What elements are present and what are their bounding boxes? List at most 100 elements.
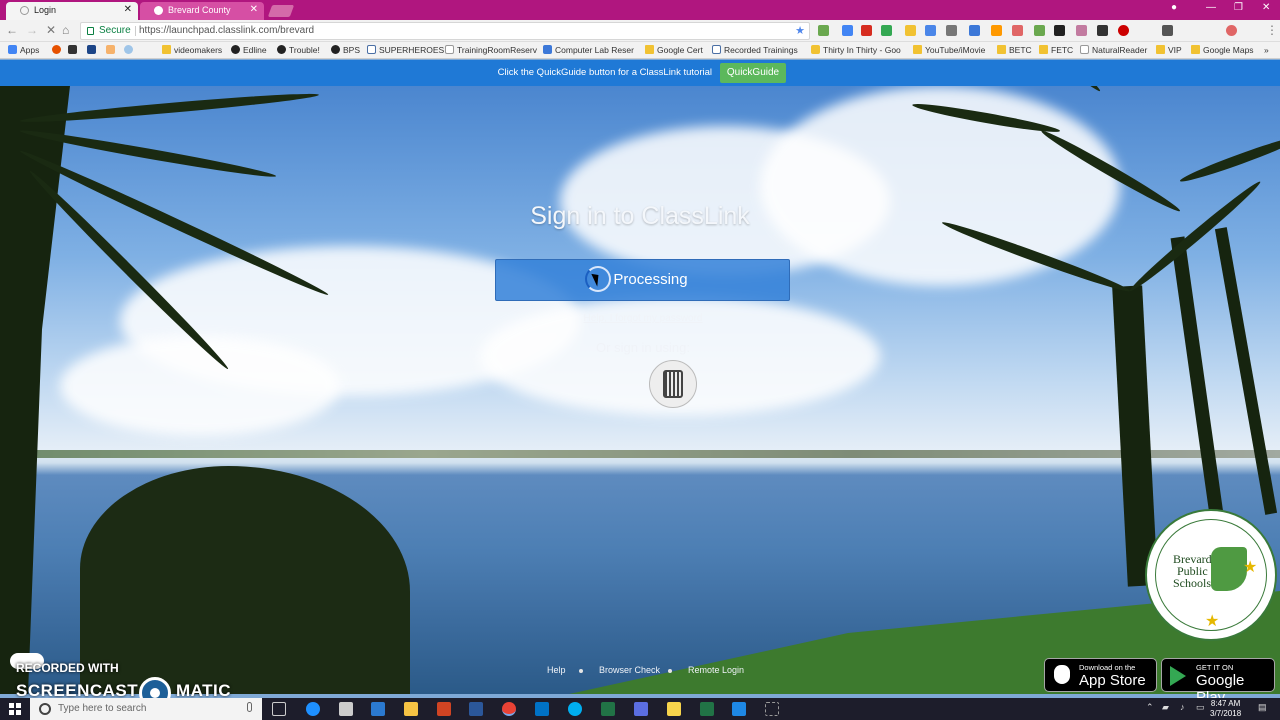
word-icon[interactable] — [469, 702, 483, 716]
bookmark-superheroes[interactable]: SUPERHEROES — [367, 45, 444, 55]
menu-icon[interactable]: ⋮ — [1266, 23, 1278, 37]
taskbar-search-box[interactable]: Type here to search — [30, 698, 262, 720]
profile-icon[interactable]: ● — [1171, 2, 1177, 13]
app-icon[interactable] — [765, 702, 779, 716]
sign-in-button[interactable]: Processing — [495, 259, 790, 301]
extension-icon[interactable] — [881, 25, 892, 36]
folder-icon — [913, 45, 922, 54]
folder-icon — [1191, 45, 1200, 54]
close-tab-icon[interactable]: ✕ — [250, 2, 258, 18]
extension-icon[interactable] — [1226, 25, 1237, 36]
bookmark-videomakers[interactable]: videomakers — [162, 45, 222, 55]
app-icon[interactable] — [339, 702, 353, 716]
taskbar-clock[interactable]: 8:47 AM 3/7/2018 — [1210, 699, 1241, 719]
more-bookmarks-icon[interactable]: » — [1264, 45, 1269, 55]
bookmark-star-icon[interactable]: ★ — [795, 23, 805, 39]
extension-icon[interactable] — [861, 25, 872, 36]
google-play-button[interactable]: GET IT ON Google Play — [1161, 658, 1275, 706]
excel-icon[interactable] — [700, 702, 714, 716]
separator-dot — [579, 669, 583, 673]
extension-icon[interactable] — [969, 25, 980, 36]
star-icon: ★ — [1243, 559, 1258, 576]
bookmarks-bar: Apps videomakers Edline Trouble! BPS SUP… — [0, 42, 1280, 59]
back-icon[interactable]: ← — [6, 23, 18, 37]
tab-login[interactable]: Login ✕ — [6, 2, 138, 20]
extension-icon[interactable] — [1054, 25, 1065, 36]
app-store-button[interactable]: Download on the App Store — [1044, 658, 1157, 692]
quickguide-button[interactable]: QuickGuide — [720, 63, 786, 83]
extension-icon[interactable] — [818, 25, 829, 36]
bookmark-youtube[interactable]: YouTube/iMovie — [913, 45, 985, 55]
qr-login-button[interactable] — [649, 360, 697, 408]
file-explorer-icon[interactable] — [404, 702, 418, 716]
bookmark-icon[interactable] — [124, 45, 136, 55]
windows-start-icon[interactable] — [9, 703, 21, 715]
outlook-icon[interactable] — [535, 702, 549, 716]
bookmark-icon[interactable] — [68, 45, 80, 55]
remote-login-link[interactable]: Remote Login — [688, 665, 744, 675]
close-window-icon[interactable]: ✕ — [1262, 2, 1270, 13]
store-icon[interactable] — [371, 702, 385, 716]
bookmark-naturalreader[interactable]: NaturalReader — [1080, 45, 1147, 55]
extension-icon[interactable] — [842, 25, 853, 36]
notifications-icon[interactable]: ▤ — [1258, 702, 1267, 713]
extension-icon[interactable] — [1076, 25, 1087, 36]
network-icon[interactable]: ▰ — [1162, 702, 1169, 713]
extension-icon[interactable] — [1118, 25, 1129, 36]
bookmark-googlecert[interactable]: Google Cert — [645, 45, 703, 55]
bookmark-recordedtrainings[interactable]: Recorded Trainings — [712, 45, 798, 55]
divider — [135, 26, 136, 36]
bookmark-trainingroom[interactable]: TrainingRoomReserv — [445, 45, 537, 55]
bookmark-bps[interactable]: BPS — [331, 45, 360, 55]
forgot-password-link[interactable]: Help, I forgot my password — [540, 313, 746, 324]
edge-icon[interactable] — [306, 702, 320, 716]
page-favicon-icon — [154, 6, 163, 15]
extension-icon[interactable] — [1162, 25, 1173, 36]
skype-icon[interactable] — [568, 702, 582, 716]
bookmark-vip[interactable]: VIP — [1156, 45, 1182, 55]
address-bar[interactable]: Secure https://launchpad.classlink.com/b… — [80, 22, 810, 40]
bookmark-icon[interactable] — [87, 45, 99, 55]
bookmark-thirtyinthirty[interactable]: Thirty In Thirty - Goo — [811, 45, 901, 55]
bookmark-googlemaps[interactable]: Google Maps — [1191, 45, 1254, 55]
forward-icon[interactable]: → — [26, 23, 38, 37]
new-tab-button[interactable] — [267, 5, 295, 17]
bookmark-icon[interactable] — [52, 45, 64, 55]
microphone-icon[interactable] — [247, 702, 252, 712]
tray-chevron-icon[interactable]: ⌃ — [1146, 702, 1154, 713]
powerpoint-icon[interactable] — [437, 702, 451, 716]
bookmark-betc[interactable]: BETC — [997, 45, 1032, 55]
volume-icon[interactable]: ♪ — [1180, 702, 1185, 712]
bookmark-edline[interactable]: Edline — [231, 45, 267, 55]
extension-icon[interactable] — [991, 25, 1002, 36]
home-icon[interactable]: ⌂ — [62, 23, 69, 37]
sticky-notes-icon[interactable] — [667, 702, 681, 716]
bookmark-computerlab[interactable]: Computer Lab Reser — [543, 45, 634, 55]
bookmark-apps[interactable]: Apps — [8, 45, 39, 55]
bookmark-fetc[interactable]: FETC — [1039, 45, 1073, 55]
chrome-icon[interactable] — [502, 702, 516, 716]
apple-logo-icon — [1054, 665, 1070, 684]
apps-grid-icon — [8, 45, 17, 54]
extension-icon[interactable] — [925, 25, 936, 36]
extension-icon[interactable] — [946, 25, 957, 36]
app-icon[interactable] — [634, 702, 648, 716]
help-link[interactable]: Help — [547, 665, 566, 675]
extension-icon[interactable] — [1097, 25, 1108, 36]
keyboard-icon[interactable]: ▭ — [1196, 702, 1205, 713]
restore-icon[interactable]: ❐ — [1234, 2, 1243, 13]
close-tab-icon[interactable]: ✕ — [124, 2, 132, 18]
tab-brevard[interactable]: Brevard County Schools ✕ — [140, 2, 264, 31]
bookmark-trouble[interactable]: Trouble! — [277, 45, 320, 55]
task-view-icon[interactable] — [272, 702, 286, 716]
browser-check-link[interactable]: Browser Check — [599, 665, 660, 675]
bookmark-icon[interactable] — [106, 45, 118, 55]
reload-icon[interactable]: ✕ — [46, 23, 56, 37]
extension-icon[interactable] — [1034, 25, 1045, 36]
project-icon[interactable] — [601, 702, 615, 716]
star-icon: ★ — [1205, 613, 1220, 630]
minimize-icon[interactable]: — — [1206, 2, 1216, 13]
extension-icon[interactable] — [1012, 25, 1023, 36]
screencast-app-icon[interactable] — [732, 702, 746, 716]
extension-icon[interactable] — [905, 25, 916, 36]
